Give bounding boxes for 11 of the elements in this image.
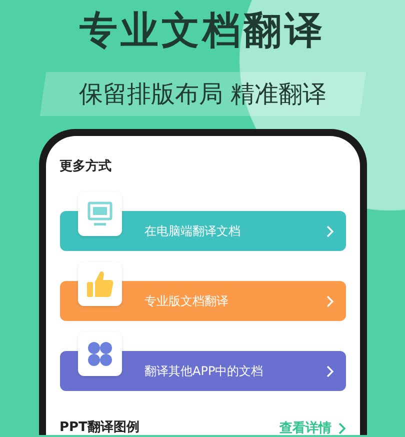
option-label: 专业版文档翻译 (144, 292, 230, 310)
option-card[interactable]: 专业版文档翻译 (60, 281, 346, 321)
section-title: PPT翻译图例 (60, 419, 140, 437)
option-label: 翻译其他APP中的文档 (144, 362, 264, 380)
option-card[interactable]: 翻译其他APP中的文档 (60, 351, 346, 391)
details-link[interactable]: 查看详情 (280, 419, 346, 437)
option-label: 在电脑端翻译文档 (144, 222, 242, 240)
section-title: 更多方式 (60, 158, 112, 176)
option-card[interactable]: 在电脑端翻译文档 (60, 211, 346, 251)
subtitle: 保留排版布局 精准翻译 (78, 79, 326, 110)
headline: 专业文档翻译 (80, 8, 326, 52)
